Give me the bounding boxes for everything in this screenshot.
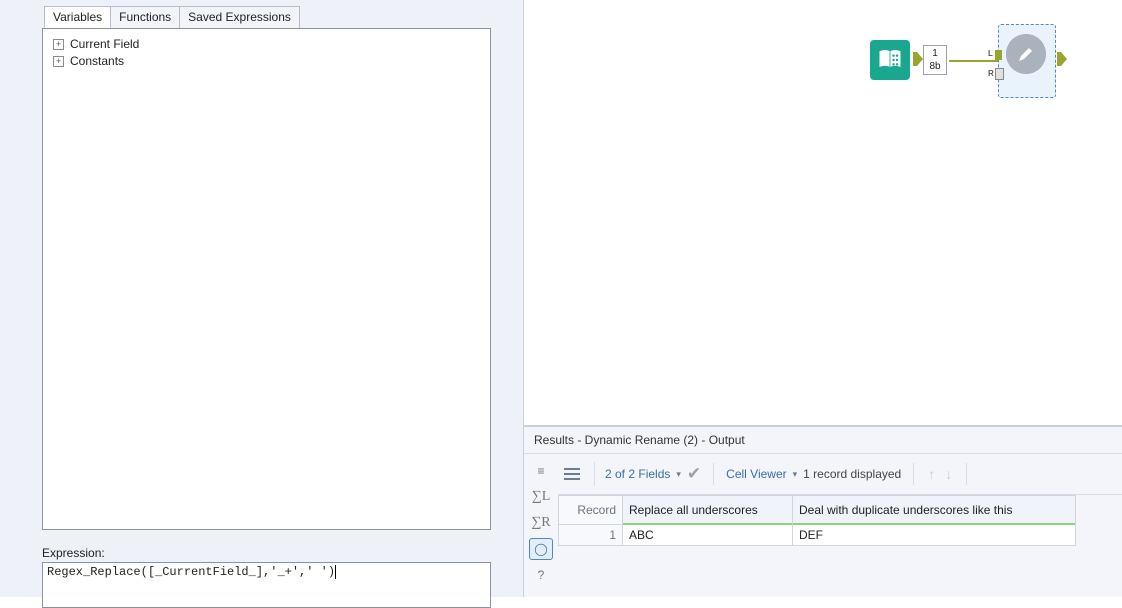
separator <box>713 463 714 485</box>
cell-viewer-dropdown[interactable]: Cell Viewer <box>726 467 786 481</box>
tab-variables[interactable]: Variables <box>44 6 111 28</box>
separator <box>913 463 914 485</box>
tree-item-constants[interactable]: + Constants <box>53 53 486 69</box>
variables-tree[interactable]: + Current Field + Constants <box>42 28 491 530</box>
row-number: 1 <box>559 525 623 546</box>
separator <box>966 463 967 485</box>
output-anchor-icon[interactable] <box>913 52 923 66</box>
sigma-l-button[interactable]: ∑L <box>529 486 553 508</box>
tool-annotation[interactable]: 1 8b <box>923 45 947 75</box>
records-displayed-text: 1 record displayed <box>803 467 901 481</box>
dynamic-rename-tool[interactable] <box>1006 34 1046 74</box>
annotation-line2: 8b <box>924 60 946 73</box>
expand-icon[interactable]: + <box>53 56 64 67</box>
apply-check-icon[interactable]: ✔ <box>687 464 701 484</box>
expand-icon[interactable]: + <box>53 39 64 50</box>
tab-saved-expressions[interactable]: Saved Expressions <box>179 6 300 28</box>
cell[interactable]: DEF <box>793 525 1076 546</box>
results-menu-icon[interactable] <box>564 462 595 486</box>
grid-header-col2[interactable]: Deal with duplicate underscores like thi… <box>793 496 1076 525</box>
workflow-canvas[interactable]: 1 8b L R <box>524 0 1122 426</box>
book-icon <box>876 46 904 74</box>
pencil-icon <box>1017 45 1035 63</box>
show-all-messages-button[interactable]: ≡ <box>529 460 553 482</box>
down-arrow-icon[interactable]: ↓ <box>945 466 952 482</box>
right-anchor-label: R <box>988 69 994 78</box>
left-anchor-label: L <box>988 49 993 58</box>
expression-label: Expression: <box>42 546 491 560</box>
text-input-tool[interactable] <box>870 40 910 80</box>
chevron-down-icon[interactable]: ▾ <box>676 469 681 480</box>
results-grid[interactable]: Record Replace all underscores Deal with… <box>558 495 1076 546</box>
app-root: Variables Functions Saved Expressions + … <box>0 0 1122 597</box>
tree-item-label: Current Field <box>70 36 139 52</box>
table-row[interactable]: 1 ABC DEF <box>559 525 1076 546</box>
annotation-line1: 1 <box>924 47 946 60</box>
gear-icon <box>1006 34 1046 74</box>
right-pane: 1 8b L R <box>524 0 1122 597</box>
up-arrow-icon[interactable]: ↑ <box>928 466 935 482</box>
grid-header-record[interactable]: Record <box>559 496 623 525</box>
grid-header-row: Record Replace all underscores Deal with… <box>559 496 1076 525</box>
chevron-down-icon[interactable]: ▾ <box>793 469 798 480</box>
sigma-r-button[interactable]: ∑R <box>529 512 553 534</box>
connector[interactable] <box>949 60 1003 62</box>
expression-input[interactable]: Regex_Replace([_CurrentField_],'_+',' ') <box>42 562 491 608</box>
grid-header-col1[interactable]: Replace all underscores <box>623 496 793 525</box>
configuration-pane: Variables Functions Saved Expressions + … <box>0 0 524 597</box>
tab-functions[interactable]: Functions <box>110 6 180 28</box>
results-side-toolbar: ≡ ∑L ∑R ◯ ? <box>524 454 558 597</box>
results-pane: Results - Dynamic Rename (2) - Output ≡ … <box>524 426 1122 597</box>
input-anchor-l[interactable] <box>995 50 1002 60</box>
help-button[interactable]: ? <box>529 564 553 586</box>
expression-tabs: Variables Functions Saved Expressions <box>44 6 491 28</box>
output-anchor-icon[interactable] <box>1057 52 1067 66</box>
cell[interactable]: ABC <box>623 525 793 546</box>
output-anchor-button[interactable]: ◯ <box>529 538 553 560</box>
tree-item-label: Constants <box>70 53 124 69</box>
results-toolbar: 2 of 2 Fields ▾ ✔ Cell Viewer ▾ 1 record… <box>558 454 1122 495</box>
results-title: Results - Dynamic Rename (2) - Output <box>524 427 1122 453</box>
tree-item-current-field[interactable]: + Current Field <box>53 36 486 52</box>
fields-dropdown[interactable]: 2 of 2 Fields <box>605 467 670 481</box>
